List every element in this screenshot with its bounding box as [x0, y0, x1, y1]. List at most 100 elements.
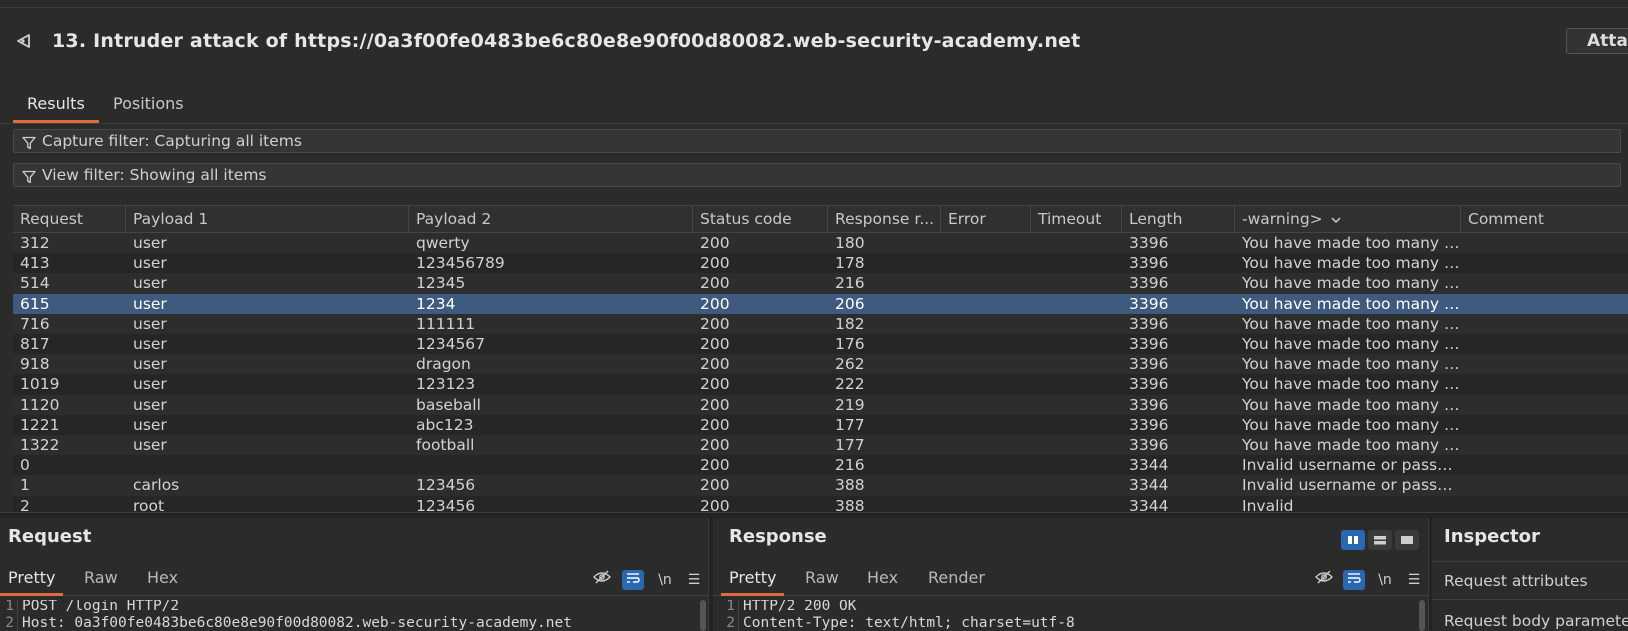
menu-icon[interactable]: ☰	[683, 570, 705, 590]
column-header-status-code[interactable]: Status code	[693, 206, 828, 233]
cell-payload-2: 123456	[416, 496, 476, 512]
cell-response-received: 216	[835, 274, 865, 293]
cell-warning: You have made too many i...	[1242, 314, 1461, 333]
cell-status-code: 200	[700, 476, 730, 495]
column-header-error[interactable]: Error	[941, 206, 1031, 233]
table-row[interactable]: 1 carlos 123456 200 388 3344 Invalid username …	[13, 475, 1628, 497]
newline-toggle[interactable]: \n	[654, 570, 676, 590]
cell-payload-2: dragon	[416, 355, 471, 374]
request-line-2: Host: 0a3f00fe0483be6c80e8e90f00d80082.w…	[22, 615, 572, 631]
cell-request: 716	[20, 314, 50, 333]
cell-length: 3396	[1129, 355, 1169, 374]
view-filter-bar[interactable]: View filter: Showing all items	[13, 163, 1621, 187]
cell-status-code: 200	[700, 496, 730, 512]
cell-request: 817	[20, 335, 50, 353]
table-row[interactable]: 2 root 123456 200 388 3344 Invalid	[13, 495, 1628, 512]
inspector-panel: Inspector Request attributes Request bod…	[1432, 518, 1628, 631]
cell-response-received: 178	[835, 254, 865, 273]
response-tab-raw[interactable]: Raw	[797, 562, 847, 596]
request-tab-raw[interactable]: Raw	[76, 562, 126, 596]
request-editor[interactable]: 1 POST /login HTTP/2 2 Host: 0a3f00fe048…	[0, 600, 708, 631]
cell-request: 0	[20, 456, 30, 475]
column-header-comment[interactable]: Comment	[1461, 206, 1628, 233]
cell-payload-1	[126, 455, 409, 476]
cell-timeout	[1031, 395, 1122, 416]
table-row[interactable]: 817 user 1234567 200 176 3396 You have made to…	[13, 334, 1628, 355]
cell-timeout	[1031, 334, 1122, 355]
column-header-length[interactable]: Length	[1122, 206, 1235, 233]
cell-timeout	[1031, 253, 1122, 274]
table-row[interactable]: 312 user qwerty 200 180 3396 You have made too…	[13, 233, 1628, 254]
line-number: 1	[5, 600, 14, 614]
cell-status-code: 200	[700, 254, 730, 273]
cell-timeout	[1031, 374, 1122, 395]
column-header-request[interactable]: Request	[13, 206, 126, 233]
cell-status-code: 200	[700, 294, 730, 313]
column-header-warning[interactable]: -warning>	[1235, 206, 1461, 233]
request-scrollbar[interactable]	[700, 600, 706, 631]
attack-button[interactable]: Attack	[1566, 28, 1628, 54]
hide-nonprinting-icon[interactable]	[591, 570, 613, 590]
column-header-payload-1[interactable]: Payload 1	[126, 206, 409, 233]
cell-payload-1: user	[133, 415, 167, 434]
cell-warning: You have made too many i...	[1242, 335, 1461, 353]
cell-status-code: 200	[700, 436, 730, 454]
cell-payload-2: 123456	[416, 476, 476, 495]
table-row[interactable]: 514 user 12345 200 216 3396 You have made too …	[13, 273, 1628, 295]
cell-status-code: 200	[700, 274, 730, 293]
cell-request: 1120	[20, 395, 60, 414]
layout-stacked-icon[interactable]	[1368, 530, 1392, 550]
column-header-payload-2[interactable]: Payload 2	[409, 206, 693, 233]
request-title: Request	[8, 526, 92, 547]
column-header-timeout[interactable]: Timeout	[1031, 206, 1122, 233]
response-scrollbar[interactable]	[1419, 600, 1425, 631]
cell-payload-1: user	[133, 355, 167, 374]
cell-timeout	[1031, 496, 1122, 512]
cell-request: 2	[20, 496, 30, 512]
table-row[interactable]: 716 user 111111 200 182 3396 You have made too…	[13, 313, 1628, 335]
table-row[interactable]: 413 user 123456789 200 178 3396 You have made …	[13, 253, 1628, 275]
layout-side-by-side-icon[interactable]	[1341, 530, 1365, 550]
table-row[interactable]: 615 user 1234 200 206 3396 You have made too m…	[13, 293, 1628, 315]
cell-request: 1	[20, 476, 30, 495]
table-row[interactable]: 1221 user abc123 200 177 3396 You have made to…	[13, 414, 1628, 436]
table-row[interactable]: 1120 user baseball 200 219 3396 You have made …	[13, 394, 1628, 416]
request-tab-hex[interactable]: Hex	[139, 562, 186, 596]
request-tab-pretty[interactable]: Pretty	[0, 562, 64, 596]
response-editor[interactable]: 1 HTTP/2 200 OK 2 Content-Type: text/htm…	[721, 600, 1430, 631]
back-icon[interactable]	[14, 31, 34, 51]
divider	[1432, 561, 1628, 562]
capture-filter-bar[interactable]: Capture filter: Capturing all items	[13, 129, 1621, 153]
cell-payload-2: football	[416, 436, 475, 454]
response-tab-pretty[interactable]: Pretty	[721, 562, 785, 596]
tab-positions[interactable]: Positions	[99, 88, 198, 123]
table-row[interactable]: 0 200 216 3344 Invalid username or passw...	[13, 455, 1628, 477]
cell-response-received: 180	[835, 234, 865, 252]
inspector-request-attributes[interactable]: Request attributes	[1444, 572, 1628, 590]
column-header-response-received[interactable]: Response r...	[828, 206, 941, 233]
table-row[interactable]: 1322 user football 200 177 3396 You have made …	[13, 435, 1628, 456]
top-strip	[0, 0, 1628, 8]
layout-single-icon[interactable]	[1395, 530, 1419, 550]
cell-timeout	[1031, 273, 1122, 294]
inspector-request-body-parameters[interactable]: Request body parameters	[1444, 612, 1628, 630]
hide-nonprinting-icon[interactable]	[1313, 570, 1335, 590]
table-row[interactable]: 918 user dragon 200 262 3396 You have made too…	[13, 354, 1628, 376]
word-wrap-icon[interactable]	[622, 570, 644, 590]
cell-response-received: 262	[835, 355, 865, 374]
tab-results[interactable]: Results	[13, 88, 99, 123]
cell-status-code: 200	[700, 355, 730, 374]
cell-payload-1: carlos	[133, 476, 180, 495]
cell-timeout	[1031, 415, 1122, 436]
cell-status-code: 200	[700, 375, 730, 394]
table-row[interactable]: 1019 user 123123 200 222 3396 You have made to…	[13, 374, 1628, 396]
word-wrap-icon[interactable]	[1343, 570, 1365, 590]
cell-payload-2: 111111	[416, 314, 476, 333]
cell-error	[941, 415, 1031, 436]
inspector-title: Inspector	[1444, 526, 1540, 547]
newline-toggle[interactable]: \n	[1374, 570, 1396, 590]
menu-icon[interactable]: ☰	[1403, 570, 1425, 590]
response-tab-render[interactable]: Render	[920, 562, 993, 596]
filter-icon	[22, 168, 36, 184]
response-tab-hex[interactable]: Hex	[859, 562, 906, 596]
